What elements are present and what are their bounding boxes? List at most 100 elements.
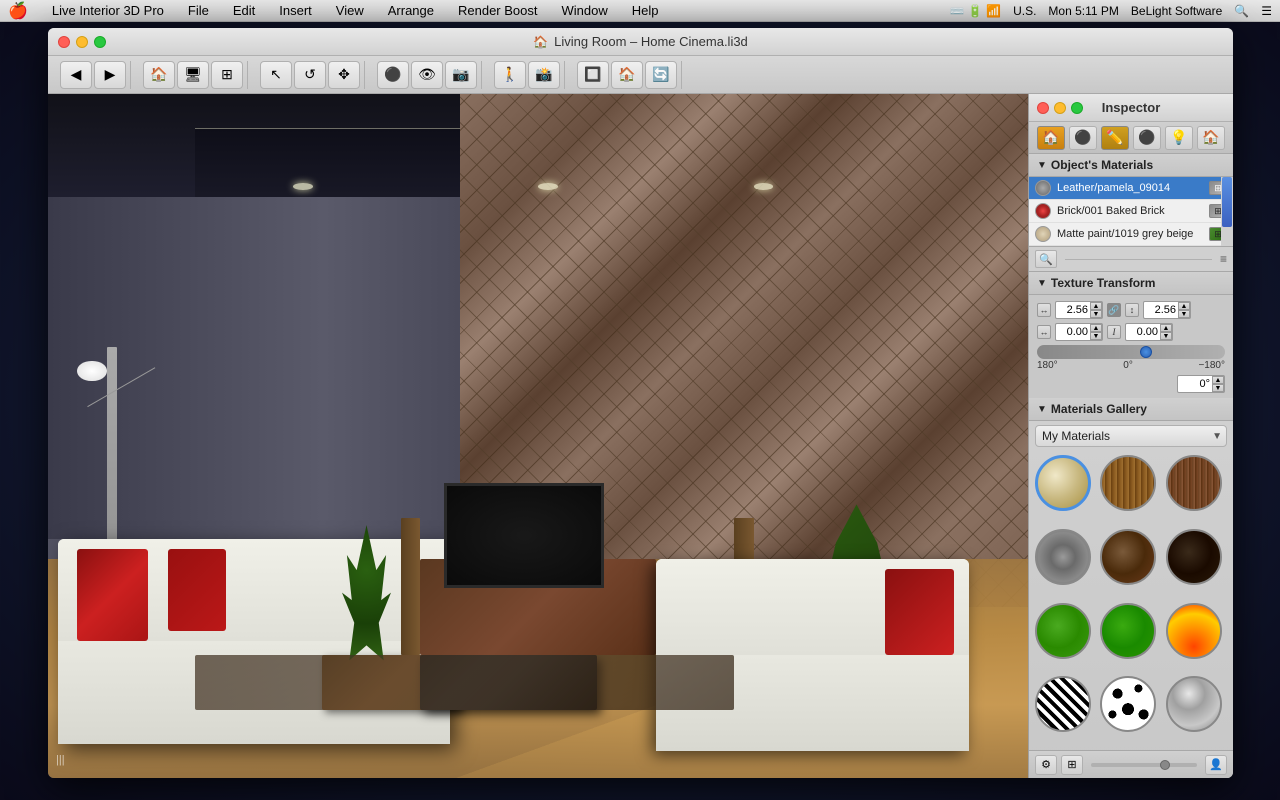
viewport[interactable]: ||| xyxy=(48,94,1028,778)
rotation-slider[interactable] xyxy=(1037,345,1225,359)
menubar-menu-icon[interactable]: ☰ xyxy=(1261,4,1272,18)
menu-help[interactable]: Help xyxy=(628,3,663,18)
swatch-metal[interactable] xyxy=(1166,676,1222,732)
tx-link-icon[interactable]: 🔗 xyxy=(1107,303,1121,317)
swatch-spots[interactable] xyxy=(1100,676,1156,732)
home-button[interactable]: 🏠 xyxy=(611,61,643,89)
inspector-zoom[interactable] xyxy=(1071,102,1083,114)
tx-rotation-up[interactable]: ▲ xyxy=(1212,376,1224,384)
inspector-traffic-lights xyxy=(1037,102,1083,114)
menu-render[interactable]: Render Boost xyxy=(454,3,542,18)
tab-light[interactable]: 💡 xyxy=(1165,126,1193,150)
tx-scale-y-up[interactable]: ▲ xyxy=(1178,302,1190,310)
settings-button[interactable]: ⚙ xyxy=(1035,755,1057,775)
person-button[interactable]: 👤 xyxy=(1205,755,1227,775)
sphere-button[interactable]: ⚫ xyxy=(377,61,409,89)
swatch-beige[interactable] xyxy=(1035,455,1091,511)
toolbar: ◀ ▶ 🏠 🖥 ⊞ ↖ ↺ ✥ ⚫ 👁 📷 🚶 📸 🔲 🏠 xyxy=(48,56,1233,94)
render-button[interactable]: 🔲 xyxy=(577,61,609,89)
menu-edit[interactable]: Edit xyxy=(229,3,259,18)
menu-file[interactable]: File xyxy=(184,3,213,18)
menu-window[interactable]: Window xyxy=(558,3,612,18)
tab-dark[interactable]: ⚫ xyxy=(1133,126,1161,150)
tx-offset-y-down[interactable]: ▼ xyxy=(1160,332,1172,340)
minimize-button[interactable] xyxy=(76,36,88,48)
camera-button[interactable]: 👁 xyxy=(411,61,443,89)
swatch-darkbrown[interactable] xyxy=(1166,529,1222,585)
materials-scrollbar-thumb[interactable] xyxy=(1222,177,1232,227)
pan-tool[interactable]: ↺ xyxy=(294,61,326,89)
material-swatch-0 xyxy=(1035,180,1051,196)
tx-scale-y-stepper: ▲ ▼ xyxy=(1178,302,1190,318)
fullscreen-button[interactable] xyxy=(94,36,106,48)
move-tool[interactable]: ✥ xyxy=(328,61,360,89)
swatch-stone[interactable] xyxy=(1035,529,1091,585)
grid-button[interactable]: ⊞ xyxy=(1061,755,1083,775)
texture-transform-section: ↔ ▲ ▼ 🔗 ↕ ▲ ▼ xyxy=(1029,295,1233,398)
content-area: ||| Inspector 🏠 ⚫ ✏️ ⚫ 💡 🏠 xyxy=(48,94,1233,778)
gallery-label: Materials Gallery xyxy=(1051,402,1147,416)
eyedropper-tool[interactable]: 🔍 xyxy=(1035,250,1057,268)
materials-list[interactable]: Leather/pamela_09014 ⊞ Brick/001 Baked B… xyxy=(1029,177,1233,247)
select-tool[interactable]: ↖ xyxy=(260,61,292,89)
scene xyxy=(48,94,1028,778)
toolbar-menu[interactable]: ≡ xyxy=(1220,252,1227,266)
floor-plan-button[interactable]: 🏠 xyxy=(143,61,175,89)
3d-view-button[interactable]: 🖥 xyxy=(177,61,209,89)
tx-scale-row: ↔ ▲ ▼ 🔗 ↕ ▲ ▼ xyxy=(1029,299,1233,321)
material-item-1[interactable]: Brick/001 Baked Brick ⊞ xyxy=(1029,200,1233,223)
rotation-min: 180° xyxy=(1037,360,1058,371)
materials-scrollbar[interactable] xyxy=(1221,177,1233,246)
tx-italic-icon: I xyxy=(1107,325,1121,339)
inspector-bottom-toolbar: ⚙ ⊞ 👤 xyxy=(1029,750,1233,778)
menu-insert[interactable]: Insert xyxy=(275,3,316,18)
material-item-0[interactable]: Leather/pamela_09014 ⊞ xyxy=(1029,177,1233,200)
forward-button[interactable]: ▶ xyxy=(94,61,126,89)
menu-view[interactable]: View xyxy=(332,3,368,18)
tx-scale-x-down[interactable]: ▼ xyxy=(1090,310,1102,318)
photo-button[interactable]: 📸 xyxy=(528,61,560,89)
tx-rotation-down[interactable]: ▼ xyxy=(1212,384,1224,392)
walk-button[interactable]: 🚶 xyxy=(494,61,526,89)
action-group: 🚶 📸 xyxy=(490,61,565,89)
swatch-wood1[interactable] xyxy=(1100,455,1156,511)
split-view-button[interactable]: ⊞ xyxy=(211,61,243,89)
snapshot-button[interactable]: 📷 xyxy=(445,61,477,89)
swatch-wood2[interactable] xyxy=(1166,455,1222,511)
close-button[interactable] xyxy=(58,36,70,48)
back-button[interactable]: ◀ xyxy=(60,61,92,89)
material-item-2[interactable]: Matte paint/1019 grey beige ⊞ xyxy=(1029,223,1233,246)
rotation-input-row: ▲ ▼ xyxy=(1029,374,1233,394)
tx-scale-x-stepper: ▲ ▼ xyxy=(1090,302,1102,318)
materials-toolbar: 🔍 ≡ xyxy=(1029,247,1233,272)
tab-paint[interactable]: ✏️ xyxy=(1101,126,1129,150)
swatch-green2[interactable] xyxy=(1100,603,1156,659)
tx-scale-x-up[interactable]: ▲ xyxy=(1090,302,1102,310)
tab-home[interactable]: 🏠 xyxy=(1197,126,1225,150)
speaker-left xyxy=(401,518,421,655)
tx-scale-y-down[interactable]: ▼ xyxy=(1178,310,1190,318)
swatch-brown[interactable] xyxy=(1100,529,1156,585)
traffic-lights xyxy=(58,36,106,48)
gallery-dropdown[interactable]: My Materials ▼ xyxy=(1035,425,1227,447)
tab-sphere[interactable]: ⚫ xyxy=(1069,126,1097,150)
zoom-slider-thumb[interactable] xyxy=(1160,760,1170,770)
menu-arrange[interactable]: Arrange xyxy=(384,3,438,18)
rotation-mid: 0° xyxy=(1123,360,1133,371)
menubar-search-icon[interactable]: 🔍 xyxy=(1234,4,1249,18)
rotation-thumb[interactable] xyxy=(1140,346,1152,358)
swatch-green1[interactable] xyxy=(1035,603,1091,659)
swatch-zebra[interactable] xyxy=(1035,676,1091,732)
menu-app[interactable]: Live Interior 3D Pro xyxy=(48,3,168,18)
tx-offset-x-up[interactable]: ▲ xyxy=(1090,324,1102,332)
zoom-slider[interactable] xyxy=(1091,763,1197,767)
inspector-close[interactable] xyxy=(1037,102,1049,114)
tx-offset-x-down[interactable]: ▼ xyxy=(1090,332,1102,340)
tx-offset-y-up[interactable]: ▲ xyxy=(1160,324,1172,332)
tab-materials[interactable]: 🏠 xyxy=(1037,126,1065,150)
orbit-button[interactable]: 🔄 xyxy=(645,61,677,89)
inspector-minimize[interactable] xyxy=(1054,102,1066,114)
swatch-fire[interactable] xyxy=(1166,603,1222,659)
apple-menu[interactable]: 🍎 xyxy=(8,1,28,21)
cushion-red-1 xyxy=(77,549,148,641)
